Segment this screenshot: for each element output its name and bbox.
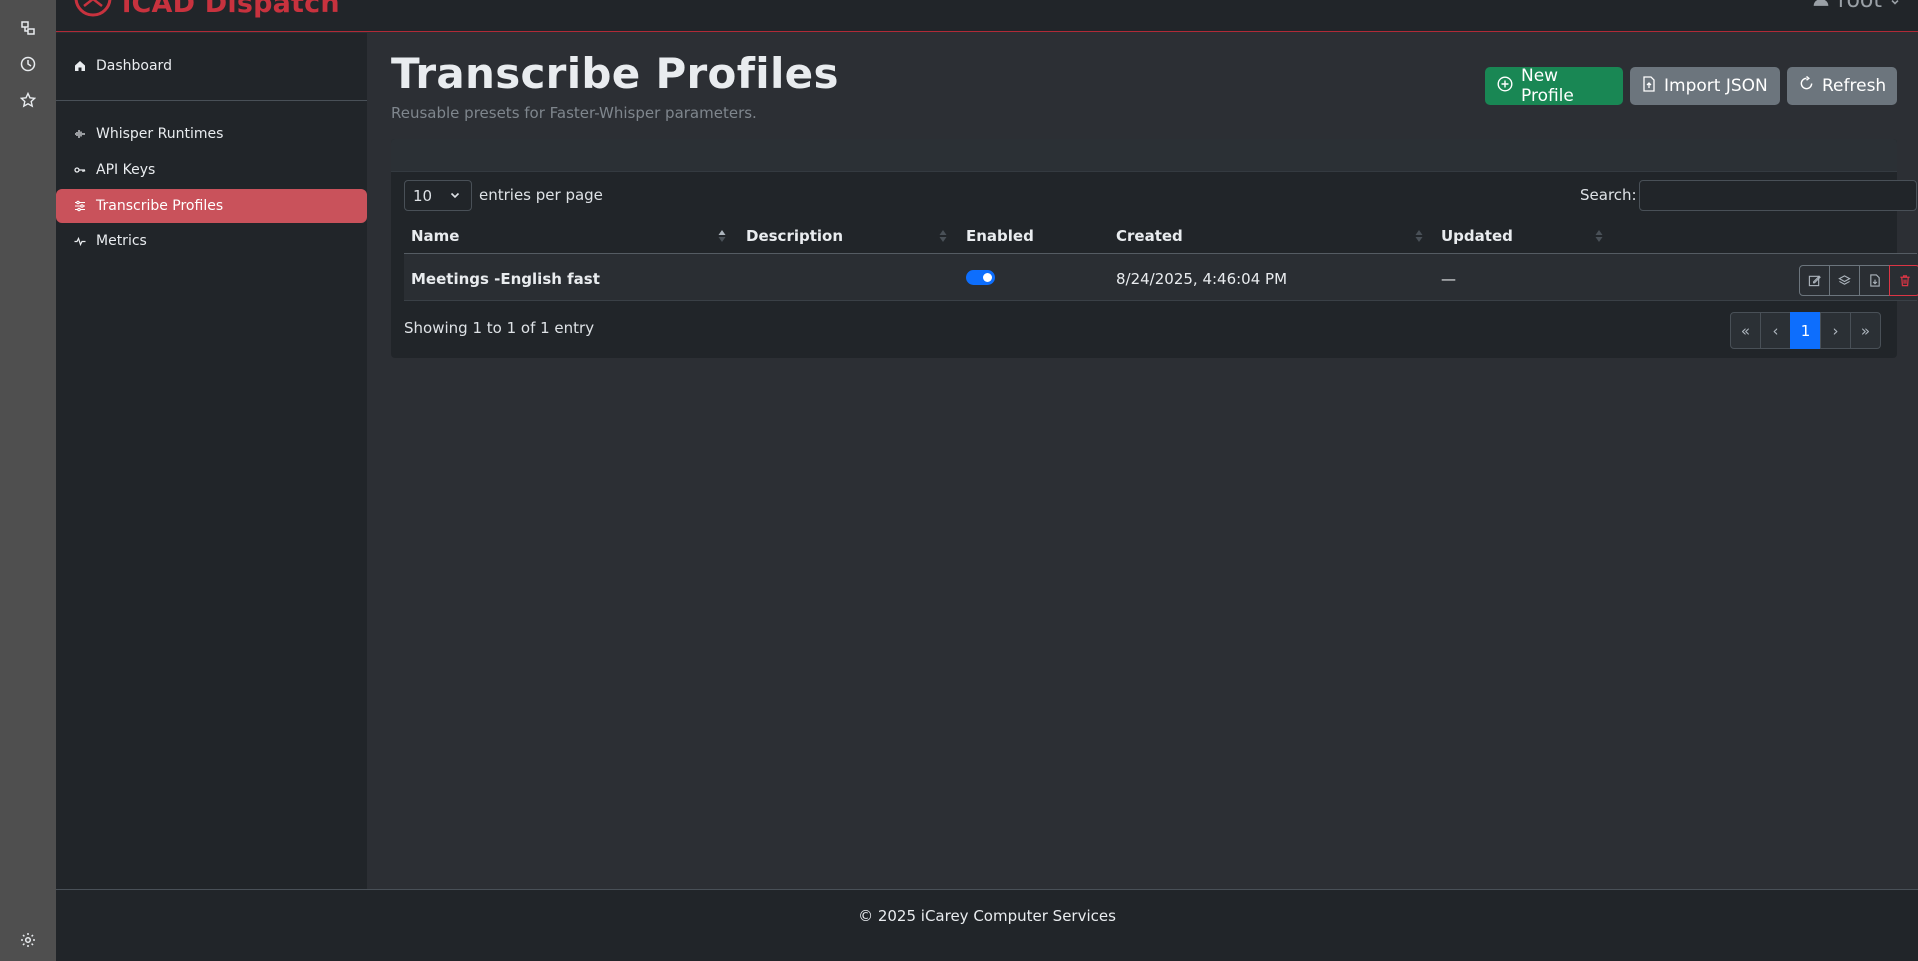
user-name: root: [1837, 0, 1882, 13]
top-navbar: iCAD Dispatch root: [56, 0, 1918, 32]
brand-name: iCAD Dispatch: [122, 0, 340, 19]
footer-copyright: © 2025 iCarey Computer Services: [858, 907, 1116, 925]
brand-logo-icon: [74, 0, 112, 22]
entries-per-page-value: 10: [413, 186, 433, 205]
column-header-description[interactable]: Description: [746, 227, 843, 245]
cell-created: 8/24/2025, 4:46:04 PM: [1116, 270, 1288, 288]
edit-button[interactable]: [1799, 265, 1830, 296]
column-header-created[interactable]: Created: [1116, 227, 1183, 245]
page-button-1[interactable]: 1: [1790, 312, 1821, 349]
card-header: [391, 139, 1897, 172]
main-content: Transcribe Profiles Reusable presets for…: [367, 33, 1918, 889]
delete-button[interactable]: [1889, 265, 1918, 296]
footer: © 2025 iCarey Computer Services: [56, 889, 1918, 961]
chevron-down-icon: [1890, 0, 1900, 13]
cell-updated: —: [1441, 270, 1456, 288]
sidebar-item-label: Transcribe Profiles: [96, 198, 224, 214]
user-icon: [1812, 0, 1830, 13]
cell-name: Meetings -English fast: [411, 270, 600, 288]
sidebar-item-transcribe-profiles[interactable]: Transcribe Profiles: [56, 189, 367, 223]
new-profile-button[interactable]: New Profile: [1485, 66, 1623, 106]
file-download-icon: [1869, 274, 1880, 287]
sidebar-item-dashboard[interactable]: Dashboard: [56, 49, 367, 83]
sidebar-item-label: Whisper Runtimes: [96, 126, 224, 142]
refresh-button[interactable]: Refresh: [1787, 67, 1897, 105]
import-json-label: Import JSON: [1664, 76, 1768, 96]
new-profile-label: New Profile: [1521, 66, 1574, 106]
refresh-icon: [1799, 75, 1814, 96]
chevron-down-icon: [449, 187, 461, 205]
star-icon[interactable]: [17, 89, 39, 111]
sort-icon: [1415, 230, 1423, 242]
key-icon: [72, 162, 88, 178]
export-button[interactable]: [1859, 265, 1890, 296]
sort-asc-icon: [718, 230, 726, 242]
import-json-button[interactable]: Import JSON: [1630, 67, 1780, 105]
sort-icon: [1595, 230, 1603, 242]
brand[interactable]: iCAD Dispatch: [74, 0, 340, 20]
previous-page-button[interactable]: ‹: [1760, 312, 1791, 349]
column-header-name[interactable]: Name: [411, 227, 459, 245]
diagram-icon[interactable]: [17, 17, 39, 39]
clock-icon[interactable]: [17, 53, 39, 75]
enabled-toggle[interactable]: [966, 270, 995, 285]
sort-icon: [939, 230, 947, 242]
user-menu[interactable]: root: [1812, 0, 1900, 13]
profiles-table-card: 10 entries per page Search: Name Descrip…: [391, 139, 1918, 358]
sidebar-item-metrics[interactable]: Metrics: [56, 224, 367, 258]
first-page-button[interactable]: «: [1730, 312, 1761, 349]
edit-icon: [1808, 275, 1821, 287]
row-actions: [1799, 265, 1918, 296]
trash-icon: [1899, 275, 1910, 287]
sidebar-item-label: API Keys: [96, 162, 156, 178]
refresh-label: Refresh: [1822, 76, 1887, 96]
file-upload-icon: [1642, 75, 1656, 97]
layers-icon: [1838, 275, 1851, 285]
duplicate-button[interactable]: [1829, 265, 1860, 296]
sidebar-item-label: Dashboard: [96, 58, 172, 74]
sidebar-item-label: Metrics: [96, 233, 147, 249]
sliders-icon: [72, 198, 88, 214]
column-header-enabled[interactable]: Enabled: [966, 227, 1034, 245]
sidebar: Dashboard Whisper Runtimes API Keys Tran…: [56, 33, 367, 889]
search-input[interactable]: [1639, 180, 1917, 211]
entries-per-page-select[interactable]: 10: [404, 180, 472, 211]
search-label: Search:: [1580, 186, 1637, 204]
waveform-icon: [72, 126, 88, 142]
sidebar-divider: [56, 100, 367, 101]
icon-rail: [0, 0, 56, 961]
pulse-icon: [72, 233, 88, 249]
page-subtitle: Reusable presets for Faster-Whisper para…: [391, 104, 757, 122]
sidebar-item-api-keys[interactable]: API Keys: [56, 153, 367, 187]
next-page-button[interactable]: ›: [1820, 312, 1851, 349]
last-page-button[interactable]: »: [1850, 312, 1881, 349]
plus-circle-icon: [1497, 75, 1513, 97]
column-header-updated[interactable]: Updated: [1441, 227, 1513, 245]
page-title: Transcribe Profiles: [391, 49, 839, 98]
gear-icon[interactable]: [17, 929, 39, 951]
pagination: « ‹ 1 › »: [1730, 312, 1881, 349]
sidebar-item-whisper-runtimes[interactable]: Whisper Runtimes: [56, 117, 367, 151]
entries-per-page-label: entries per page: [479, 186, 603, 204]
table-info: Showing 1 to 1 of 1 entry: [404, 319, 595, 337]
home-icon: [72, 58, 88, 74]
